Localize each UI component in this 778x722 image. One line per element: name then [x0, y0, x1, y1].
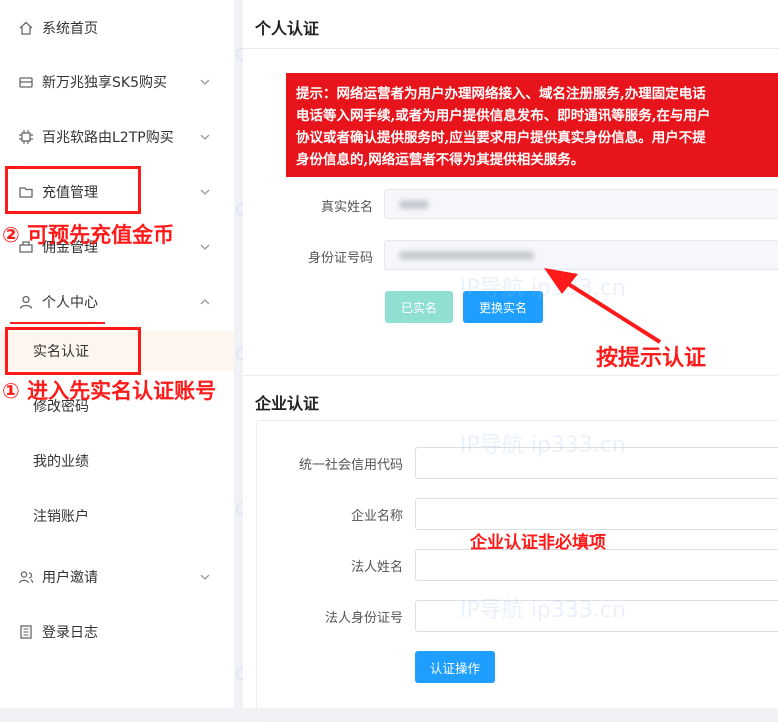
enterprise-auth-title: 企业认证 — [255, 394, 320, 413]
chevron-down-icon — [200, 574, 210, 580]
real-name-label: 真实姓名 — [320, 200, 373, 215]
user-icon — [17, 293, 35, 311]
home-icon — [17, 19, 35, 37]
sidebar-item-personal-center[interactable]: 个人中心 — [0, 282, 234, 322]
annotation-step2: ② 可预先充值金币 — [2, 223, 175, 247]
annotation-enterprise-optional: 企业认证非必填项 — [470, 533, 606, 553]
sidebar-item-label: 我的业绩 — [33, 454, 89, 470]
sidebar-item-login-log[interactable]: 登录日志 — [0, 612, 234, 652]
sidebar-item-label: 新万兆独享SK5购买 — [42, 75, 167, 91]
personal-auth-title: 个人认证 — [255, 19, 320, 38]
annotation-box-recharge — [5, 166, 141, 214]
annotation-arrow-icon — [544, 268, 662, 344]
annotation-step1: ① 进入先实名认证账号 — [2, 379, 217, 403]
sidebar-item-label: 登录日志 — [42, 625, 98, 641]
legal-person-id-input[interactable] — [415, 600, 778, 632]
annotation-hint: 按提示认证 — [596, 346, 707, 371]
submit-auth-button[interactable]: 认证操作 — [415, 651, 495, 683]
notice-line: 电话等入网手续,或者为用户提供信息发布、即时通讯等服务,在与用户 — [296, 108, 711, 124]
credit-code-label: 统一社会信用代码 — [298, 458, 403, 473]
sidebar-item-label: 个人中心 — [42, 295, 98, 311]
chevron-down-icon — [200, 189, 210, 195]
annotation-box-real-name — [5, 327, 141, 375]
notice-banner: 提示：网络运营者为用户办理网络接入、域名注册服务,办理固定电话 电话等入网手续,… — [286, 73, 778, 177]
chevron-down-icon — [200, 134, 210, 140]
sidebar-subitem-performance[interactable]: 我的业绩 — [0, 441, 234, 481]
sidebar-item-label: 百兆软路由L2TP购买 — [42, 130, 174, 146]
server-icon — [17, 73, 35, 91]
chip-icon — [17, 128, 35, 146]
section-divider — [243, 375, 778, 376]
verified-button[interactable]: 已实名 — [385, 291, 453, 323]
sidebar-item-l2tp-purchase[interactable]: 百兆软路由L2TP购买 — [0, 117, 234, 157]
sidebar-item-label: 用户邀请 — [42, 570, 98, 586]
sidebar-item-invite[interactable]: 用户邀请 — [0, 557, 234, 597]
id-number-label: 身份证号码 — [307, 251, 373, 266]
real-name-field[interactable] — [384, 189, 778, 219]
personal-header — [243, 0, 778, 49]
legal-person-name-label: 法人姓名 — [350, 560, 403, 575]
sidebar-item-label: 系统首页 — [42, 21, 98, 37]
company-name-label: 企业名称 — [350, 509, 403, 524]
sidebar-item-label: 注销账户 — [33, 509, 89, 525]
notice-line: 协议或者确认提供服务时,应当要求用户提供真实身份信息。用户不提 — [296, 130, 706, 146]
chevron-down-icon — [200, 79, 210, 85]
annotation-underline — [10, 322, 105, 324]
company-name-input[interactable] — [415, 498, 778, 530]
credit-code-input[interactable] — [415, 447, 778, 479]
sidebar-item-home[interactable]: 系统首页 — [0, 8, 234, 48]
legal-person-name-input[interactable] — [415, 549, 778, 581]
legal-person-id-label: 法人身份证号 — [324, 611, 403, 626]
log-icon — [17, 623, 35, 641]
chevron-down-icon — [200, 244, 210, 250]
notice-line: 身份信息的,网络运营者不得为其提供相关服务。 — [296, 152, 585, 168]
sidebar-item-sk5-purchase[interactable]: 新万兆独享SK5购买 — [0, 62, 234, 102]
blurred-value — [399, 200, 429, 209]
notice-line: 提示：网络运营者为用户办理网络接入、域名注册服务,办理固定电话 — [296, 86, 706, 102]
invite-icon — [17, 568, 35, 586]
blurred-value — [399, 251, 534, 260]
chevron-up-icon — [200, 299, 210, 305]
sidebar-subitem-cancel-account[interactable]: 注销账户 — [0, 496, 234, 536]
